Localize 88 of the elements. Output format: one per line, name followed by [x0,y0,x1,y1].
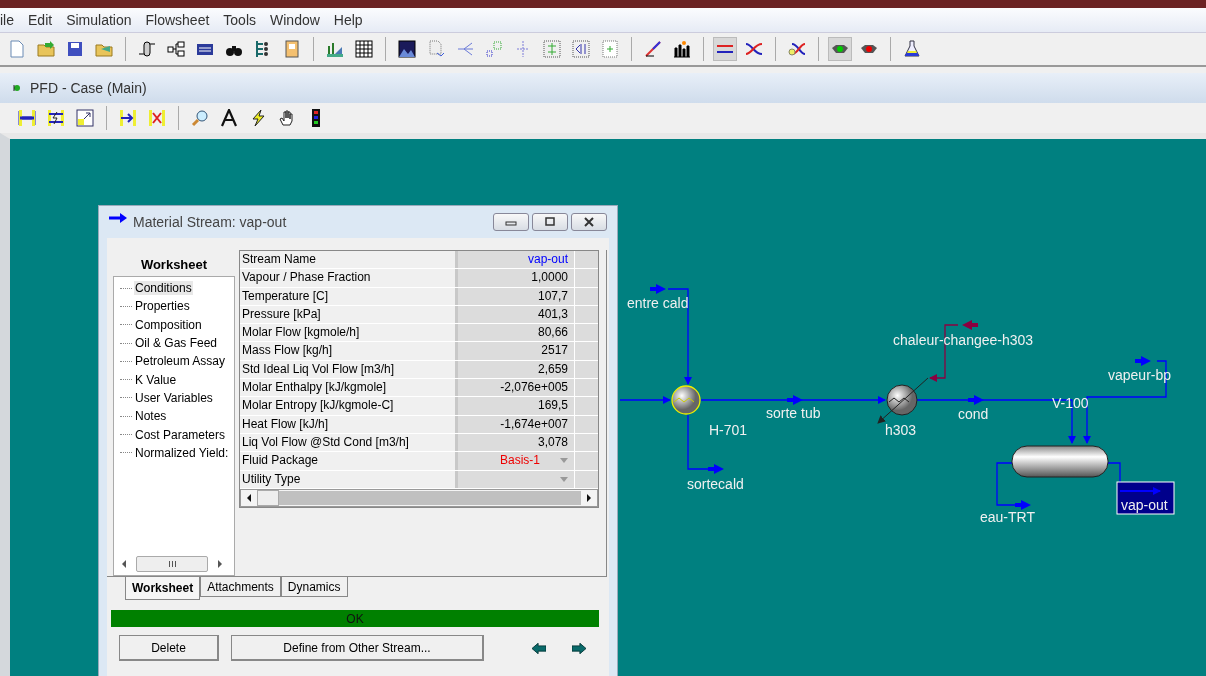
menu-item[interactable]: Flowsheet [138,12,217,28]
swap-icon[interactable] [146,107,168,129]
stream-label[interactable]: chaleur-changee-h303 [893,332,1034,348]
unit-label[interactable]: V-100 [1052,395,1089,411]
lightning-connect-icon[interactable] [45,107,67,129]
factory-icon[interactable] [671,38,693,60]
tree-item[interactable]: Notes [134,409,168,424]
landscape-icon[interactable] [396,38,418,60]
expand-icon[interactable] [16,107,38,129]
minimize-button[interactable] [493,213,529,231]
stream-label[interactable]: cond [958,406,989,422]
property-label: Mass Flow [kg/h] [240,342,458,360]
property-label: Fluid Package [240,452,458,470]
arrow-right-icon[interactable] [572,642,586,654]
grip-icon [167,561,177,567]
stream-label[interactable]: vapeur-bp [1108,367,1172,383]
zoom-icon[interactable] [189,107,211,129]
close-icon [583,217,595,227]
cooler-icon[interactable] [877,377,929,424]
flask-icon[interactable] [901,38,923,60]
unit-label[interactable]: H-701 [709,422,748,438]
stream-line [687,414,709,470]
tree-item[interactable]: Oil & Gas Feed [134,336,219,351]
flowsheet-icon [12,83,22,93]
menu-item[interactable]: Tools [216,12,263,28]
separator-vessel-icon[interactable] [1011,445,1109,478]
menu-item[interactable]: Edit [21,12,60,28]
tab[interactable]: Attachments [200,577,281,597]
stream-label[interactable]: entre cald [627,295,689,311]
tree-item[interactable]: Cost Parameters [134,427,227,442]
scrollbar-thumb[interactable] [257,489,279,506]
open-folder-icon[interactable] [35,38,57,60]
tab[interactable]: Worksheet [125,577,201,600]
tree-item[interactable]: K Value [134,372,178,387]
property-label: Stream Name [240,251,458,269]
arrow-left-icon[interactable] [532,642,546,654]
run-signal-icon[interactable] [829,38,851,60]
stream-label[interactable]: eau-TRT [980,509,1035,525]
define-button[interactable]: Define from Other Stream... [231,635,484,661]
tree-item[interactable]: Composition [134,317,203,332]
scrollbar-thumb[interactable] [136,556,208,572]
close-button[interactable] [571,213,607,231]
text-icon[interactable] [218,107,240,129]
grid-icon[interactable] [353,38,375,60]
branch-icon[interactable] [165,38,187,60]
tree-item[interactable]: User Variables [134,390,214,405]
stream-name-field[interactable]: vap-out [458,251,574,269]
menu-item[interactable]: Simulation [59,12,139,28]
stream-line [1107,462,1121,483]
menu-item[interactable]: Help [326,12,370,28]
tree-item[interactable]: Normalized Yield: [134,445,230,460]
attach-icon[interactable] [117,107,139,129]
property-label: Molar Enthalpy [kJ/kgmole] [240,379,458,397]
value-cell[interactable]: 1,0000 [458,269,574,287]
nodes-icon[interactable] [483,38,505,60]
menu-item[interactable]: ile [0,12,21,28]
window-title: PFD - Case (Main) [30,80,147,96]
unit-label[interactable]: h303 [885,422,917,438]
menu-item[interactable]: Window [263,12,327,28]
stream-label[interactable]: sorte tub [766,405,821,421]
status-bar: OK [111,610,599,627]
heater-icon[interactable] [671,385,701,415]
stream-line [996,462,1016,506]
minimize-icon [505,218,517,226]
value-cell[interactable]: 169,5 [458,397,574,415]
delete-button[interactable]: Delete [119,635,219,661]
tree-item[interactable]: Petroleum Assay [134,354,227,369]
parallel-lines-icon[interactable] [714,38,736,60]
value-cell[interactable]: 80,66 [458,324,574,342]
property-label: Vapour / Phase Fraction [240,269,458,287]
dialog-title: Material Stream: vap-out [133,214,288,230]
tab[interactable]: Dynamics [280,577,348,597]
maximize-icon [544,217,556,227]
maximize-button[interactable] [532,213,568,231]
tree-item[interactable]: Conditions [134,281,193,296]
stream-line [619,396,671,404]
stream-arrow-icon [109,213,127,223]
value-cell[interactable]: 2517 [458,342,574,360]
selected-stream[interactable]: vap-out [1116,481,1175,515]
tree-title: Worksheet [139,256,209,274]
resize-icon[interactable] [74,107,96,129]
property-label: Molar Flow [kgmole/h] [240,324,458,342]
tree-item[interactable]: Properties [134,299,191,314]
property-label: Molar Entropy [kJ/kgmole-C] [240,397,458,415]
column-icon[interactable] [136,38,158,60]
stream-label[interactable]: sortecald [687,476,744,492]
value-cell[interactable]: -2,076e+005 [458,379,574,397]
collapse-icon[interactable] [570,38,592,60]
